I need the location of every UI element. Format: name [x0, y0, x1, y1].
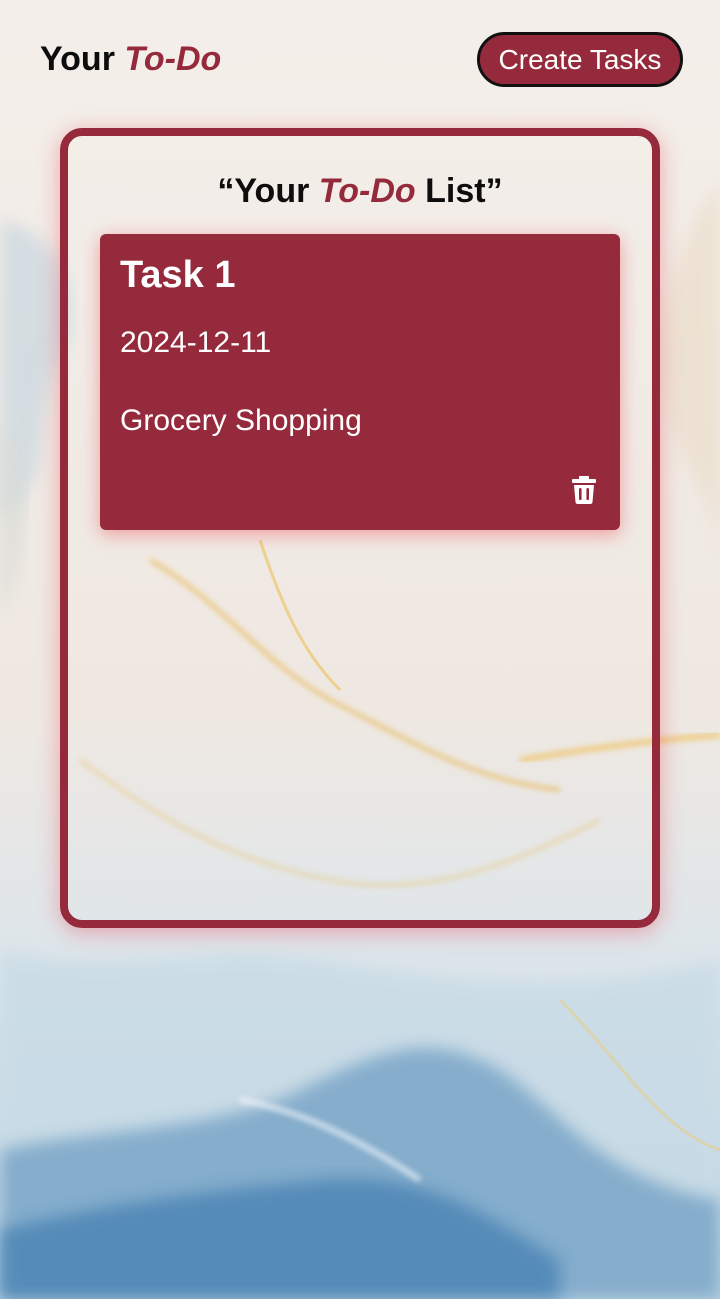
trash-icon — [572, 476, 596, 504]
list-title: “Your To-Do List” — [68, 172, 652, 211]
app-brand[interactable]: Your To-Do — [40, 40, 221, 79]
task-title: Task 1 — [120, 254, 236, 296]
list-title-accent: To-Do — [318, 172, 416, 210]
brand-accent: To-Do — [124, 40, 222, 78]
brand-prefix: Your — [40, 40, 115, 78]
list-title-open: “Your — [217, 172, 310, 210]
task-description: Grocery Shopping — [120, 404, 362, 437]
todo-list-panel: “Your To-Do List” Task 1 2024-12-11 Groc… — [60, 128, 660, 928]
list-title-close: List” — [425, 172, 503, 210]
delete-task-button[interactable] — [564, 470, 604, 510]
create-tasks-button[interactable]: Create Tasks — [477, 32, 683, 87]
app-header: Your To-Do Create Tasks — [0, 0, 720, 120]
create-tasks-label: Create Tasks — [498, 43, 662, 75]
task-card[interactable]: Task 1 2024-12-11 Grocery Shopping — [100, 234, 620, 530]
task-date: 2024-12-11 — [120, 326, 272, 359]
